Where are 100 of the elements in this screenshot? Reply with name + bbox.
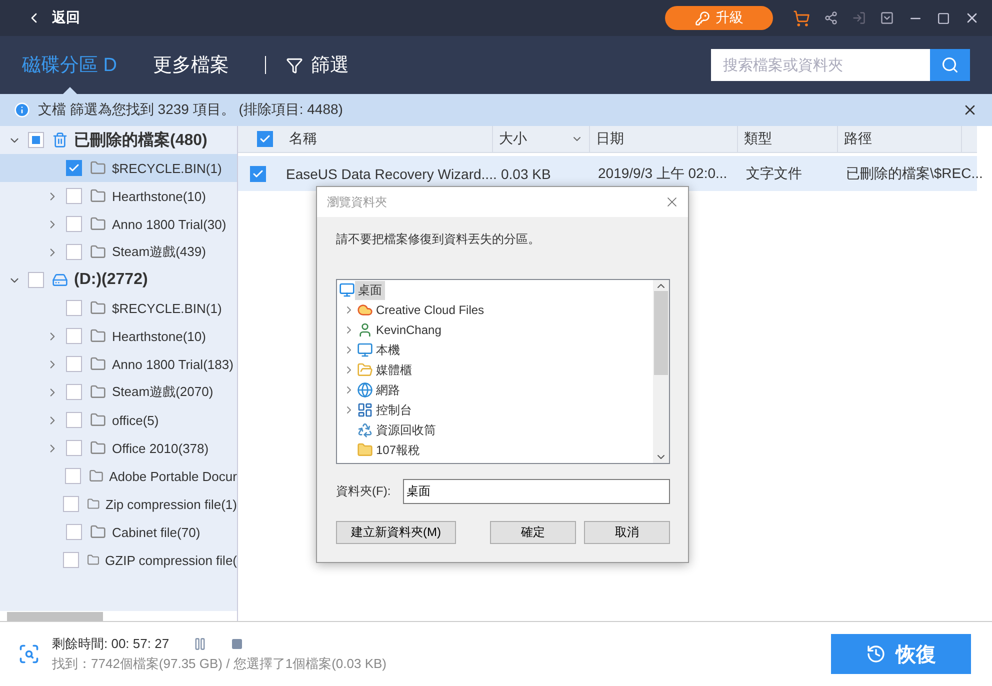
folder-item[interactable]: 107報稅 bbox=[373, 440, 424, 460]
dropdown-icon[interactable] bbox=[880, 11, 894, 25]
folder-icon bbox=[90, 328, 106, 344]
column-header[interactable]: 名稱 bbox=[289, 130, 317, 148]
checkbox[interactable] bbox=[66, 160, 82, 176]
tree-item[interactable]: Hearthstone(10) bbox=[112, 328, 206, 344]
filter-button[interactable]: 篩選 bbox=[280, 51, 355, 79]
dialog-message: 請不要把檔案修復到資料丟失的分區。 bbox=[336, 231, 541, 248]
folder-icon bbox=[86, 496, 100, 512]
folder-icon bbox=[90, 216, 106, 232]
tab[interactable]: 更多檔案 bbox=[153, 36, 229, 94]
folder-icon bbox=[88, 468, 104, 484]
checkbox[interactable] bbox=[66, 328, 82, 344]
folder-icon bbox=[90, 384, 106, 400]
folder-item[interactable]: 桌面 bbox=[355, 280, 385, 300]
checkbox[interactable] bbox=[257, 131, 273, 147]
column-header[interactable]: 大小 bbox=[499, 130, 527, 148]
back-button[interactable]: 返回 bbox=[26, 9, 80, 27]
folder-item[interactable]: KevinChang bbox=[373, 322, 444, 338]
dialog-title: 瀏覽資料夾 bbox=[327, 194, 388, 210]
checkbox[interactable] bbox=[66, 440, 82, 456]
check-icon bbox=[68, 162, 80, 174]
tab[interactable]: 磁碟分區 D bbox=[22, 36, 117, 94]
checkbox[interactable] bbox=[66, 412, 82, 428]
tree-item[interactable]: office(5) bbox=[112, 412, 159, 428]
folder-item[interactable]: 本機 bbox=[373, 340, 403, 360]
checkbox[interactable] bbox=[28, 132, 44, 148]
tree-item[interactable]: Steam遊戲(2070) bbox=[112, 383, 214, 401]
pause-icon[interactable] bbox=[193, 637, 208, 651]
tree-item[interactable]: Anno 1800 Trial(30) bbox=[112, 216, 226, 232]
search-button[interactable] bbox=[930, 49, 970, 81]
tree-item[interactable]: Steam遊戲(439) bbox=[112, 243, 206, 261]
table-cell: 2019/9/3 上午 02:0... bbox=[598, 164, 728, 182]
folder-item[interactable]: 網路 bbox=[373, 380, 403, 400]
folder-item[interactable]: Creative Cloud Files bbox=[373, 302, 488, 318]
share-icon[interactable] bbox=[824, 11, 838, 25]
maximize-icon[interactable] bbox=[937, 12, 950, 24]
field-label: 資料夾(F): bbox=[336, 483, 391, 500]
column-header[interactable]: 路徑 bbox=[844, 130, 872, 148]
column-header[interactable]: 日期 bbox=[596, 130, 624, 148]
checkbox[interactable] bbox=[62, 496, 79, 512]
tree-item[interactable]: Adobe Portable Docur bbox=[109, 468, 237, 484]
folder-icon bbox=[90, 160, 106, 176]
folder-item[interactable]: 資源回收筒 bbox=[373, 420, 439, 440]
checkbox[interactable] bbox=[66, 244, 82, 260]
scrollbar[interactable] bbox=[0, 611, 237, 621]
tree-item[interactable]: Office 2010(378) bbox=[112, 440, 209, 456]
ok-button[interactable]: 確定 bbox=[490, 521, 576, 544]
checkbox[interactable] bbox=[66, 356, 82, 372]
checkbox[interactable] bbox=[66, 188, 82, 204]
check-icon bbox=[259, 133, 271, 145]
checkbox[interactable] bbox=[66, 524, 82, 540]
tree-item[interactable]: (D:)(2772) bbox=[74, 271, 148, 289]
table-cell: 0.03 KB bbox=[501, 166, 551, 182]
table-cell: EaseUS Data Recovery Wizard.... bbox=[286, 166, 497, 182]
folder-icon bbox=[90, 412, 106, 428]
tree-item[interactable]: Anno 1800 Trial(183) bbox=[112, 356, 234, 372]
scrollbar[interactable] bbox=[653, 280, 669, 463]
network-icon bbox=[357, 382, 373, 398]
checkbox[interactable] bbox=[66, 216, 82, 232]
filter-icon bbox=[286, 56, 303, 74]
folder-icon bbox=[357, 442, 373, 458]
tree-item[interactable]: 已刪除的檔案(480) bbox=[74, 130, 208, 150]
search-field[interactable]: 搜索檔案或資料夾 bbox=[711, 49, 930, 81]
new-folder-button[interactable]: 建立新資料夾(M) bbox=[336, 521, 456, 544]
column-header[interactable]: 類型 bbox=[744, 130, 772, 148]
tree-item[interactable]: Hearthstone(10) bbox=[112, 188, 206, 204]
key-icon bbox=[694, 10, 710, 26]
folder-icon bbox=[90, 356, 106, 372]
folder-field[interactable]: 桌面 bbox=[402, 479, 670, 504]
check-icon bbox=[252, 168, 264, 180]
found-summary: 找到：7742個檔案(97.35 GB) / 您選擇了1個檔案(0.03 KB) bbox=[52, 655, 386, 673]
history-icon bbox=[866, 644, 886, 664]
login-icon[interactable] bbox=[852, 11, 866, 25]
stop-icon[interactable] bbox=[231, 638, 244, 650]
tree-item[interactable]: $RECYCLE.BIN(1) bbox=[112, 300, 222, 316]
trash-icon bbox=[52, 132, 68, 148]
computer-icon bbox=[357, 342, 373, 358]
table-cell: 已刪除的檔案\$REC... bbox=[846, 164, 983, 182]
checkbox[interactable] bbox=[66, 384, 82, 400]
checkbox[interactable] bbox=[250, 166, 266, 182]
tree-item[interactable]: Zip compression file(1) bbox=[106, 496, 237, 512]
library-icon bbox=[357, 362, 373, 378]
checkbox[interactable] bbox=[66, 300, 82, 316]
tree-item[interactable]: GZIP compression file( bbox=[105, 552, 237, 568]
user-icon bbox=[357, 322, 373, 338]
scan-icon bbox=[18, 643, 40, 665]
folder-item[interactable]: 控制台 bbox=[373, 400, 415, 420]
cart-icon[interactable] bbox=[793, 10, 810, 26]
checkbox[interactable] bbox=[28, 272, 44, 288]
checkbox[interactable] bbox=[64, 468, 81, 484]
checkbox[interactable] bbox=[62, 552, 79, 568]
remaining-time: 剩餘時間: 00: 57: 27 bbox=[52, 635, 170, 653]
cancel-button[interactable]: 取消 bbox=[584, 521, 670, 544]
folder-item[interactable]: 媒體櫃 bbox=[373, 360, 415, 380]
folder-icon bbox=[90, 524, 106, 540]
tree-item[interactable]: Cabinet file(70) bbox=[112, 524, 200, 540]
recycle-bin-icon bbox=[357, 422, 373, 438]
folder-icon bbox=[90, 244, 106, 260]
control-panel-icon bbox=[357, 402, 373, 418]
